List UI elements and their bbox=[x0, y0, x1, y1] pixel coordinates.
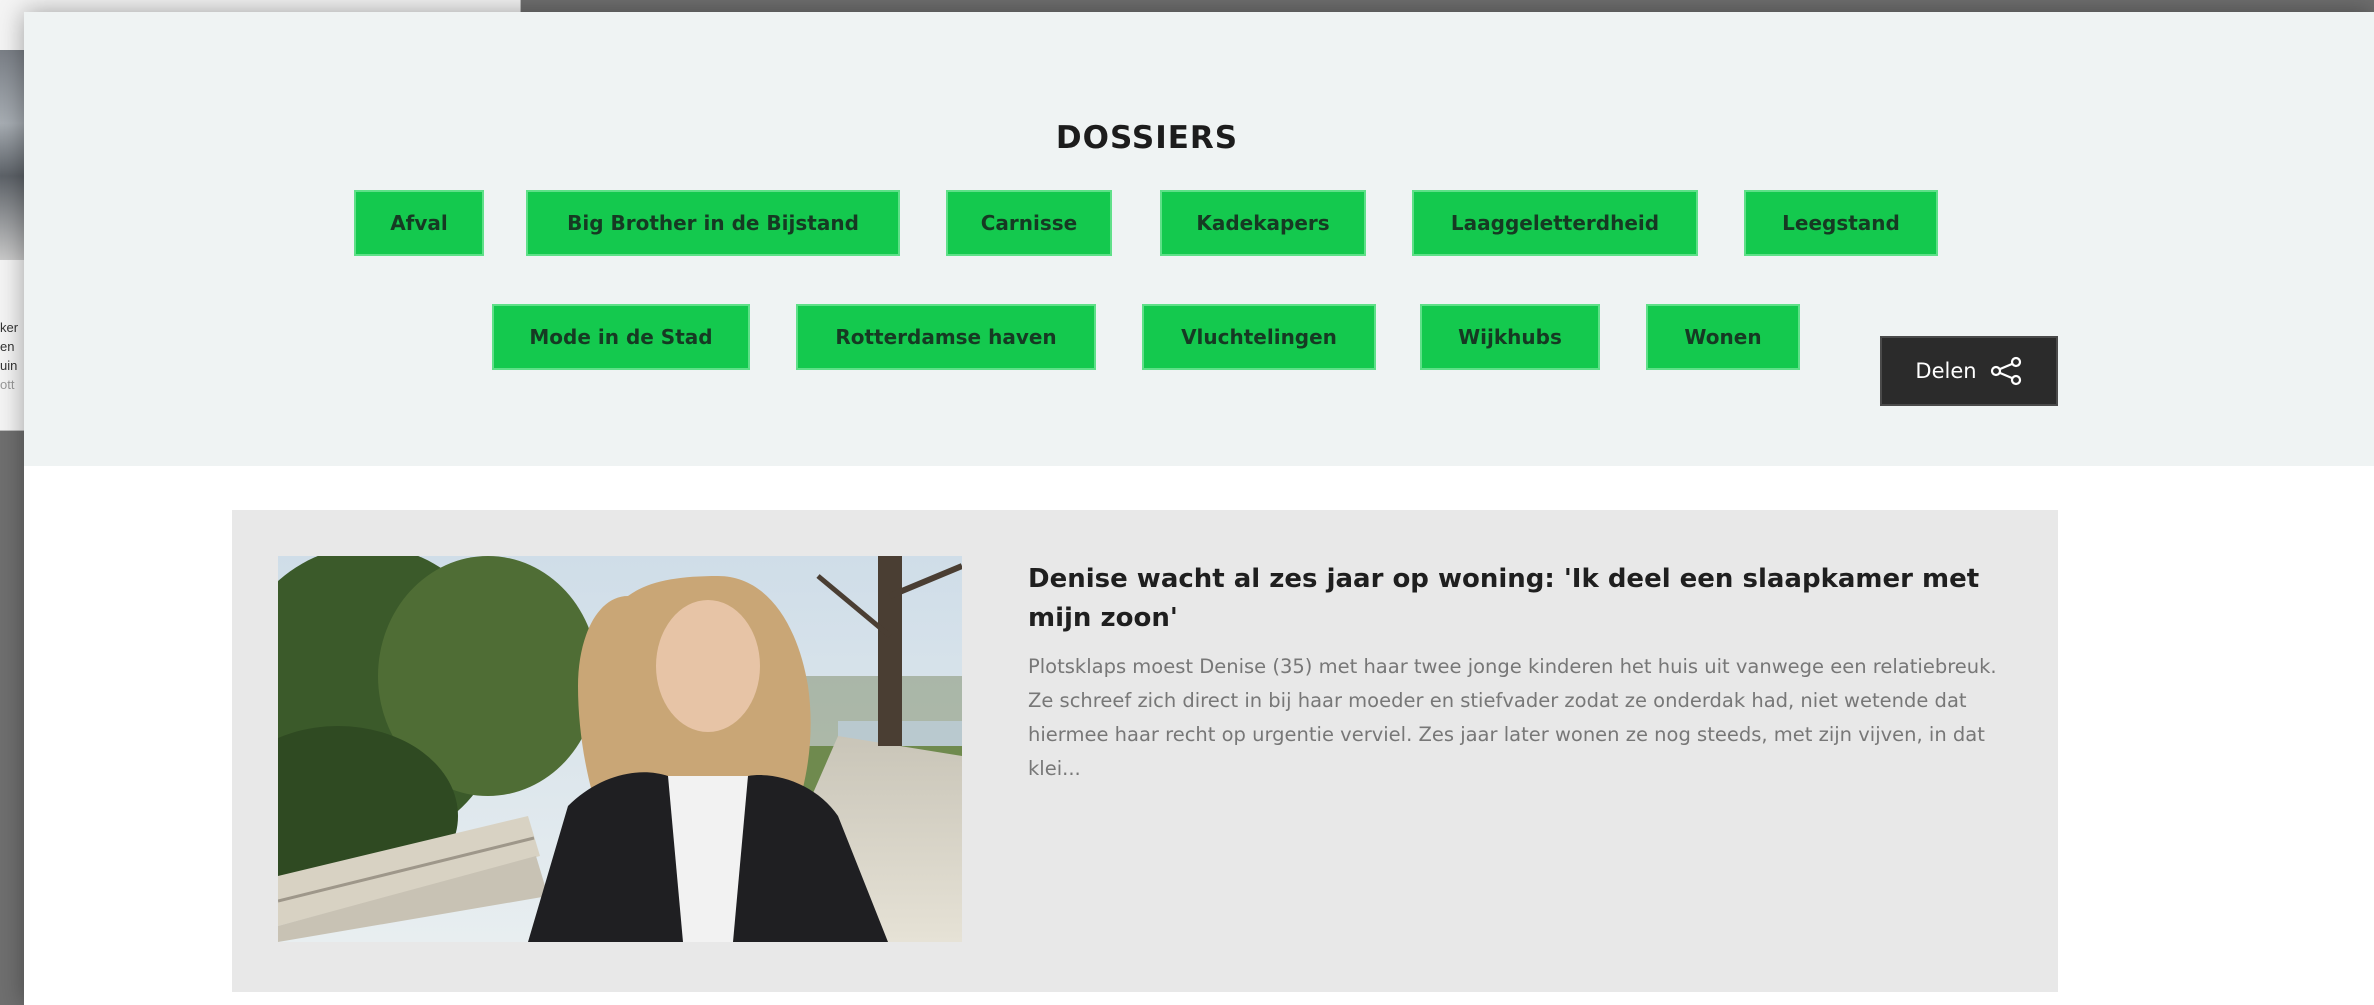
share-icon bbox=[1989, 356, 2023, 386]
share-button[interactable]: Delen bbox=[1880, 336, 2058, 406]
tag-carnisse[interactable]: Carnisse bbox=[946, 190, 1112, 256]
tag-mode-in-de-stad[interactable]: Mode in de Stad bbox=[492, 304, 750, 370]
tag-big-brother-in-de-bijstand[interactable]: Big Brother in de Bijstand bbox=[526, 190, 900, 256]
tag-kadekapers[interactable]: Kadekapers bbox=[1160, 190, 1366, 256]
article-summary: Plotsklaps moest Denise (35) met haar tw… bbox=[1028, 655, 1997, 780]
tag-laaggeletterdheid[interactable]: Laaggeletterdheid bbox=[1412, 190, 1698, 256]
dossiers-section: DOSSIERS Afval Big Brother in de Bijstan… bbox=[24, 12, 2374, 466]
main-window: DOSSIERS Afval Big Brother in de Bijstan… bbox=[24, 12, 2374, 1005]
share-label: Delen bbox=[1915, 359, 1977, 383]
article-photo[interactable] bbox=[278, 556, 962, 942]
article-title[interactable]: Denise wacht al zes jaar op woning: 'Ik … bbox=[1028, 560, 1998, 638]
tag-vluchtelingen[interactable]: Vluchtelingen bbox=[1142, 304, 1376, 370]
background-snippet: ker en uin ott bbox=[0, 320, 19, 392]
tag-rotterdamse-haven[interactable]: Rotterdamse haven bbox=[796, 304, 1096, 370]
article-card[interactable]: Denise wacht al zes jaar op woning: 'Ik … bbox=[232, 510, 2058, 992]
tag-leegstand[interactable]: Leegstand bbox=[1744, 190, 1938, 256]
tag-wijkhubs[interactable]: Wijkhubs bbox=[1420, 304, 1600, 370]
dossiers-title: DOSSIERS bbox=[1055, 120, 1239, 156]
tag-afval[interactable]: Afval bbox=[354, 190, 484, 256]
background-thumbnail bbox=[0, 50, 26, 260]
tag-wonen[interactable]: Wonen bbox=[1646, 304, 1800, 370]
